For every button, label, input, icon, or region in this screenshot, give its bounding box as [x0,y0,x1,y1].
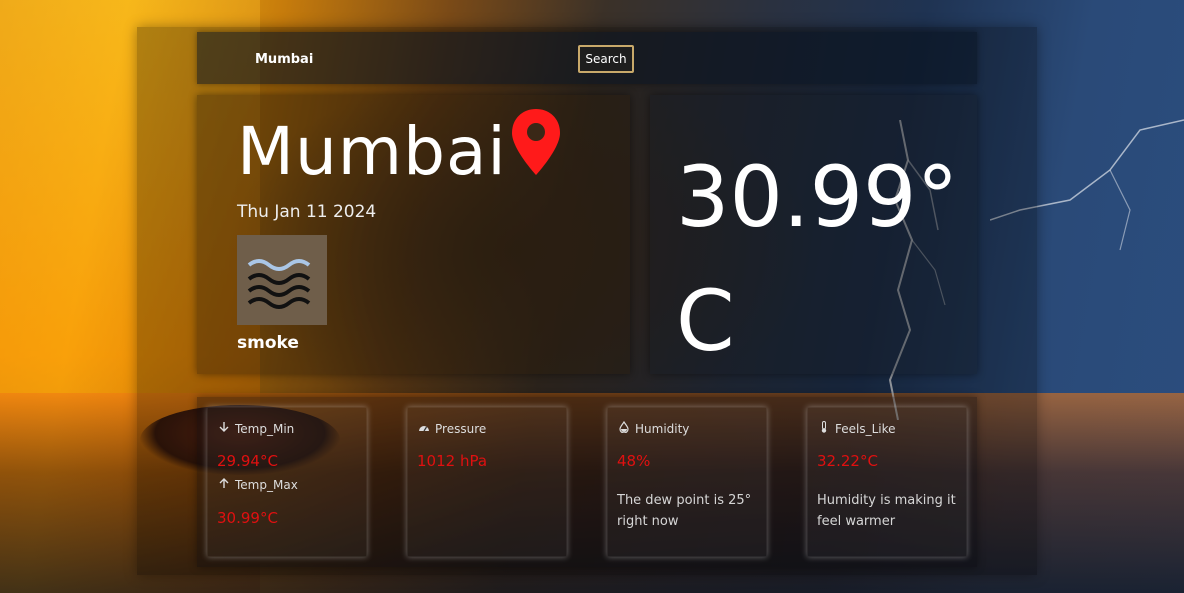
weather-condition: smoke [237,333,299,353]
droplet-icon [619,421,629,433]
current-temperature: 30.99° C [676,148,959,370]
pressure-value: 1012 hPa [417,452,488,470]
temp-min-value: 29.94°C [217,452,278,470]
weather-app: Search Mumbai Thu Jan 11 2024 smoke 30.9… [137,27,1037,575]
pressure-card: Pressure 1012 hPa [407,407,567,557]
temperature-card: 30.99° C [650,95,977,374]
haze-icon [237,235,327,325]
humidity-value: 48% [617,452,651,470]
temp-max-value: 30.99°C [217,509,278,527]
details-row: Temp_Min 29.94°C Temp_Max 30.99°C Pressu… [197,397,977,567]
feels-like-label: Feels_Like [835,422,896,436]
thermometer-icon [821,421,827,433]
gauge-icon [419,426,429,432]
city-search-input[interactable] [255,49,455,69]
current-date: Thu Jan 11 2024 [237,202,377,222]
temp-min-label: Temp_Min [235,422,295,436]
map-pin-icon [512,109,560,175]
humidity-card: Humidity 48% The dew point is 25° right … [607,407,767,557]
humidity-note: The dew point is 25° right now [617,493,752,529]
humidity-label: Humidity [635,422,690,436]
arrow-down-icon [219,422,229,432]
temp-range-card: Temp_Min 29.94°C Temp_Max 30.99°C [207,407,367,557]
city-name: Mumbai [237,113,507,190]
feels-like-card: Feels_Like 32.22°C Humidity is making it… [807,407,967,557]
temp-max-label: Temp_Max [235,478,298,492]
feels-like-note: Humidity is making it feel warmer [817,493,956,529]
search-button[interactable]: Search [578,45,634,73]
feels-like-value: 32.22°C [817,452,878,470]
city-card: Mumbai Thu Jan 11 2024 smoke [197,95,630,374]
search-bar: Search [197,32,977,84]
arrow-up-icon [219,478,229,488]
pressure-label: Pressure [435,422,487,436]
